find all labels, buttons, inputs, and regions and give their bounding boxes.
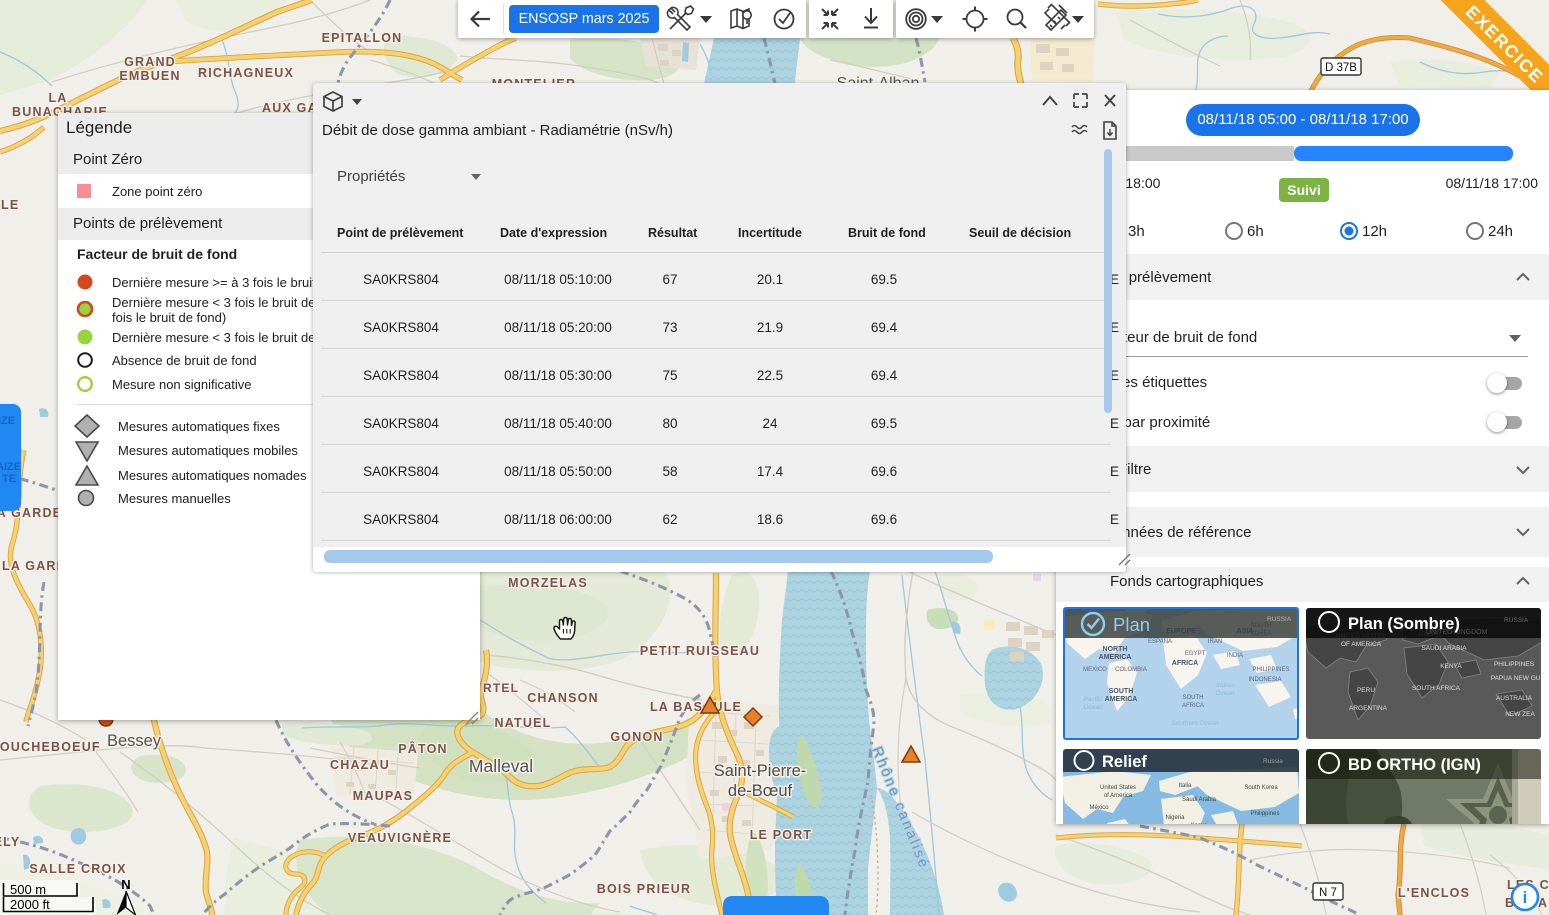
svg-text:United States: United States — [1100, 785, 1136, 791]
svg-text:AR: AR — [1538, 896, 1549, 910]
svg-text:IRAN: IRAN — [1208, 639, 1222, 645]
svg-text:PERU: PERU — [1357, 687, 1375, 694]
svg-text:SOUTH AFRICA: SOUTH AFRICA — [1412, 685, 1461, 692]
svg-text:PHILIPPINES: PHILIPPINES — [1494, 661, 1535, 668]
svg-text:CHAZAU: CHAZAU — [330, 758, 390, 772]
svg-text:L'ENCLOS: L'ENCLOS — [1398, 886, 1470, 900]
svg-text:BOIS PRIEUR: BOIS PRIEUR — [597, 882, 691, 896]
svg-text:AMERICA: AMERICA — [1105, 696, 1138, 703]
svg-text:PETIT RUISSEAU: PETIT RUISSEAU — [640, 644, 760, 658]
svg-text:MEXICO: MEXICO — [1083, 667, 1107, 673]
svg-text:PÂTON: PÂTON — [398, 741, 448, 756]
svg-text:EGYPT: EGYPT — [1185, 651, 1206, 657]
svg-text:LA BASAULE: LA BASAULE — [650, 700, 742, 714]
svg-text:Ocean: Ocean — [1215, 690, 1235, 697]
svg-text:INDONESIA: INDONESIA — [1248, 677, 1281, 683]
svg-text:Pacific: Pacific — [1083, 696, 1103, 703]
svg-text:RICHAGNEUX: RICHAGNEUX — [198, 66, 294, 80]
svg-text:LE: LE — [1, 198, 19, 212]
svg-text:Southern Ocean: Southern Ocean — [1171, 720, 1219, 727]
svg-text:LE PORT: LE PORT — [750, 828, 813, 842]
svg-text:ESPAÑA: ESPAÑA — [1148, 638, 1172, 645]
svg-text:LA: LA — [48, 91, 67, 105]
svg-text:South Korea: South Korea — [1244, 785, 1278, 791]
svg-text:SALLE CROIX: SALLE CROIX — [29, 862, 126, 876]
svg-text:Russia: Russia — [1263, 758, 1283, 765]
svg-text:Saudi Arabia: Saudi Arabia — [1182, 797, 1217, 803]
svg-text:PHILIPPINES: PHILIPPINES — [1252, 667, 1289, 673]
svg-text:NORTH: NORTH — [1103, 646, 1128, 653]
svg-text:Philippines: Philippines — [1250, 811, 1279, 817]
svg-text:IZE: IZE — [0, 415, 15, 427]
svg-text:Relief: Relief — [1102, 753, 1147, 771]
svg-text:VEAUVIGNÈRE: VEAUVIGNÈRE — [348, 830, 452, 845]
svg-text:NEW ZEA: NEW ZEA — [1505, 711, 1535, 718]
svg-text:MORZELAS: MORZELAS — [508, 576, 588, 590]
svg-text:Ocean: Ocean — [1083, 704, 1103, 711]
svg-text:AUSTRALIA: AUSTRALIA — [1496, 695, 1533, 702]
svg-text:N 7: N 7 — [1319, 887, 1337, 899]
svg-text:México: México — [1089, 805, 1109, 811]
svg-text:GRAND: GRAND — [124, 55, 176, 69]
svg-text:de-Bœuf: de-Bœuf — [728, 782, 793, 800]
svg-text:PAPUA NEW GUINE: PAPUA NEW GUINE — [1491, 675, 1541, 682]
svg-text:RTEL: RTEL — [483, 681, 519, 695]
svg-text:AFRICA: AFRICA — [1172, 660, 1198, 667]
svg-text:RUSSIA: RUSSIA — [1504, 617, 1529, 624]
svg-text:ARGENTINA: ARGENTINA — [1349, 705, 1388, 712]
svg-text:D 37B: D 37B — [1325, 62, 1357, 74]
svg-text:Bessey: Bessey — [107, 732, 162, 750]
svg-text:ÉLY: ÉLY — [0, 834, 20, 849]
svg-text:i: i — [1523, 888, 1528, 907]
svg-text:Kenya: Kenya — [1190, 823, 1208, 824]
svg-text:AFRICA: AFRICA — [1182, 703, 1204, 709]
svg-text:Indian: Indian — [1216, 682, 1234, 689]
svg-text:of America: of America — [1104, 793, 1133, 799]
svg-text:Nigeria: Nigeria — [1165, 815, 1185, 821]
svg-text:NATUEL: NATUEL — [495, 716, 552, 730]
svg-text:Plan (Sombre): Plan (Sombre) — [1348, 615, 1460, 633]
svg-text:Malleval: Malleval — [469, 756, 533, 776]
svg-text:RUSSIA: RUSSIA — [1267, 616, 1292, 623]
svg-text:2000 ft: 2000 ft — [10, 897, 50, 912]
svg-text:Italia: Italia — [1179, 783, 1192, 789]
svg-text:TOUCHEBOEUF: TOUCHEBOEUF — [0, 740, 101, 754]
svg-text:N: N — [121, 877, 130, 892]
svg-text:Saint-Pierre-: Saint-Pierre- — [714, 762, 807, 780]
svg-text:TE: TE — [2, 473, 16, 485]
svg-text:BD ORTHO (IGN): BD ORTHO (IGN) — [1348, 756, 1481, 774]
svg-text:OF AMERICA: OF AMERICA — [1341, 641, 1382, 648]
svg-text:GONON: GONON — [610, 730, 663, 744]
svg-text:SOUTH: SOUTH — [1183, 695, 1204, 701]
svg-text:SOUTH: SOUTH — [1109, 688, 1134, 695]
svg-text:EPITALLON: EPITALLON — [322, 31, 403, 45]
svg-text:AIZE: AIZE — [0, 461, 21, 473]
svg-text:INDIA: INDIA — [1227, 653, 1243, 659]
svg-text:CHANSON: CHANSON — [527, 691, 599, 705]
svg-text:EMBUEN: EMBUEN — [119, 69, 180, 83]
svg-text:SAUDI ARABIA: SAUDI ARABIA — [1421, 645, 1467, 652]
svg-text:Plan: Plan — [1113, 614, 1150, 635]
svg-text:COLOMBIA: COLOMBIA — [1115, 667, 1147, 673]
svg-text:MAUPAS: MAUPAS — [353, 789, 413, 803]
svg-text:AMERICA: AMERICA — [1099, 654, 1132, 661]
svg-text:500 m: 500 m — [10, 882, 46, 897]
svg-text:KENYA: KENYA — [1440, 663, 1462, 670]
